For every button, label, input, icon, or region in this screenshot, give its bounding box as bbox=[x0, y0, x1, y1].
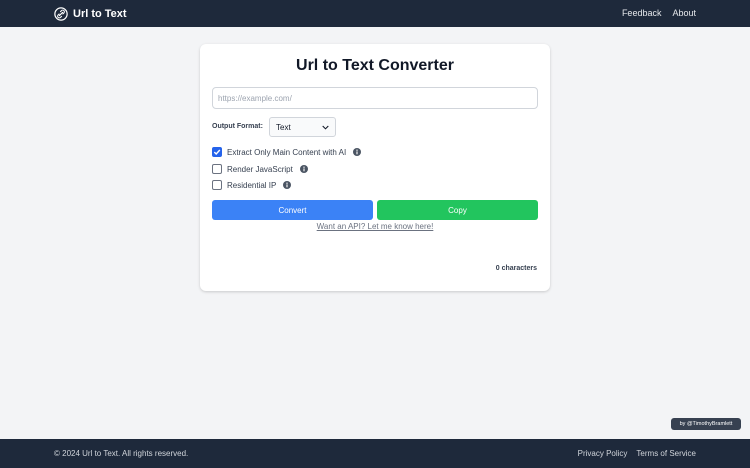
credit-badge[interactable]: by @TimothyBramlett bbox=[671, 418, 741, 430]
brand-logo[interactable]: Url to Text bbox=[54, 6, 127, 21]
top-navbar: Url to Text Feedback About bbox=[0, 0, 750, 27]
copyright-text: © 2024 Url to Text. All rights reserved. bbox=[54, 449, 189, 458]
option-render-javascript[interactable]: Render JavaScript bbox=[212, 163, 308, 175]
option-extract-main-content[interactable]: Extract Only Main Content with AI bbox=[212, 146, 362, 158]
link-icon bbox=[54, 6, 68, 21]
nav-link-feedback[interactable]: Feedback bbox=[622, 8, 662, 18]
output-format-value: Text bbox=[276, 122, 291, 132]
extract-main-content-label: Extract Only Main Content with AI bbox=[227, 147, 347, 157]
url-input[interactable] bbox=[212, 87, 538, 109]
convert-button[interactable]: Convert bbox=[212, 200, 373, 220]
render-javascript-label: Render JavaScript bbox=[227, 164, 293, 174]
api-request-link[interactable]: Want an API? Let me know here! bbox=[200, 222, 550, 231]
page-title: Url to Text Converter bbox=[296, 57, 454, 74]
render-javascript-checkbox[interactable] bbox=[212, 164, 222, 174]
character-count: 0 characters bbox=[495, 265, 537, 272]
footer-link-terms[interactable]: Terms of Service bbox=[636, 449, 696, 458]
info-icon[interactable] bbox=[353, 148, 362, 156]
residential-ip-label: Residential IP bbox=[227, 180, 277, 190]
checkmark-icon bbox=[213, 149, 221, 156]
brand-name: Url to Text bbox=[73, 7, 127, 20]
option-residential-ip[interactable]: Residential IP bbox=[212, 179, 292, 191]
nav-links: Feedback About bbox=[622, 8, 696, 18]
copy-button[interactable]: Copy bbox=[377, 200, 538, 220]
footer-link-privacy[interactable]: Privacy Policy bbox=[578, 449, 628, 458]
info-icon[interactable] bbox=[299, 165, 308, 173]
info-icon[interactable] bbox=[283, 181, 292, 189]
output-format-label: Output Format: bbox=[212, 123, 263, 130]
output-format-select[interactable]: Text bbox=[269, 117, 336, 137]
nav-link-about[interactable]: About bbox=[672, 8, 696, 18]
footer-links: Privacy Policy Terms of Service bbox=[578, 449, 696, 458]
footer: © 2024 Url to Text. All rights reserved.… bbox=[0, 439, 750, 468]
extract-main-content-checkbox[interactable] bbox=[212, 147, 222, 157]
residential-ip-checkbox[interactable] bbox=[212, 180, 222, 190]
chevron-down-icon bbox=[322, 125, 329, 130]
